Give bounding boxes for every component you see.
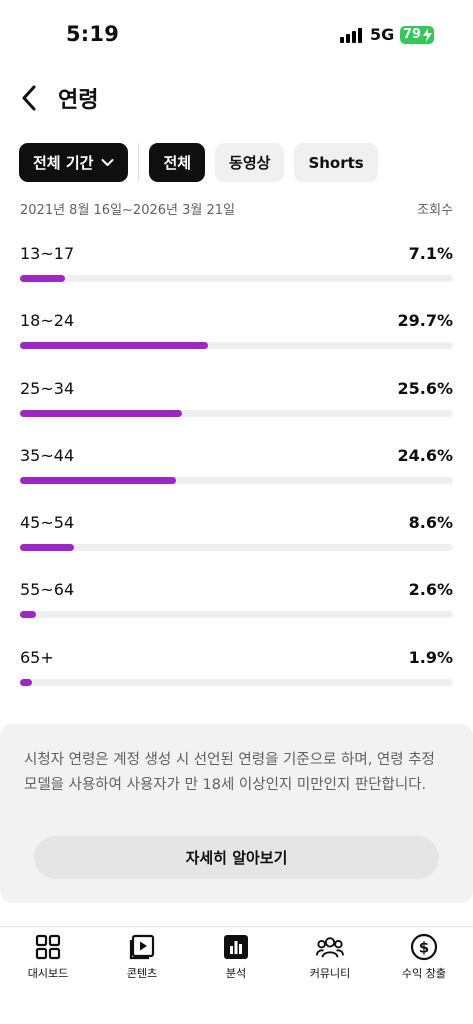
- signal-icon: [340, 27, 364, 43]
- nav-content-label: 콘텐츠: [126, 967, 158, 980]
- metric-label: 조회수: [417, 203, 453, 218]
- header: 연령: [0, 76, 473, 120]
- bar-fill: [20, 611, 37, 619]
- chip-videos[interactable]: 동영상: [215, 143, 285, 182]
- age-percentage: 24.6%: [397, 445, 453, 465]
- nav-analytics-label: 분석: [225, 967, 247, 980]
- date-range: 2021년 8월 16일~2026년 3월 21일: [20, 203, 235, 218]
- bar-track: [20, 544, 453, 552]
- age-range-label: 13~17: [20, 244, 75, 263]
- age-percentage: 8.6%: [408, 513, 453, 533]
- chevron-down-icon: [101, 159, 114, 166]
- age-range-label: 65+: [20, 647, 54, 667]
- age-row: 18~24 29.7%: [20, 311, 453, 378]
- nav-content[interactable]: 콘텐츠: [102, 933, 182, 985]
- page-title: 연령: [58, 88, 99, 113]
- age-row: 45~54 8.6%: [20, 513, 453, 580]
- bar-track: [20, 409, 453, 417]
- analytics-icon: [222, 933, 250, 961]
- age-distribution-chart: 13~17 7.1% 18~24 29.7% 25~34 25.6% 35~44 24.6% 4…: [20, 244, 453, 715]
- bar-fill: [20, 544, 75, 552]
- chip-shorts[interactable]: Shorts: [294, 143, 378, 182]
- nav-dashboard[interactable]: 대시보드: [8, 933, 88, 985]
- period-label: 전체 기간: [33, 154, 94, 172]
- nav-community-label: 커뮤니티: [309, 967, 351, 980]
- back-button[interactable]: [14, 81, 44, 115]
- bottom-nav: 대시보드 콘텐츠 분석 커뮤니티 $ 수익 창출: [0, 926, 473, 1024]
- bar-track: [20, 476, 453, 484]
- age-range-label: 45~54: [20, 513, 75, 533]
- bar-fill: [20, 678, 32, 686]
- svg-text:$: $: [419, 939, 429, 957]
- chevron-left-icon: [22, 85, 36, 111]
- chip-all[interactable]: 전체: [149, 143, 206, 182]
- age-row: 35~44 24.6%: [20, 446, 453, 513]
- learn-more-button[interactable]: 자세히 알아보기: [34, 836, 439, 879]
- age-range-label: 35~44: [20, 445, 75, 465]
- period-dropdown[interactable]: 전체 기간: [19, 143, 129, 182]
- bar-track: [20, 611, 453, 619]
- bar-fill: [20, 275, 65, 282]
- date-row: 2021년 8월 16일~2026년 3월 21일 조회수: [20, 199, 453, 218]
- info-text: 시청자 연령은 계정 생성 시 선언된 연령을 기준으로 하며, 연령 추정 모…: [24, 752, 435, 793]
- age-row: 13~17 7.1%: [20, 244, 453, 311]
- age-range-label: 55~64: [20, 580, 75, 600]
- filter-divider: [138, 143, 140, 182]
- age-range-label: 18~24: [20, 311, 75, 331]
- nav-community[interactable]: 커뮤니티: [290, 933, 370, 985]
- bar-track: [20, 678, 453, 686]
- network-type: 5G: [370, 25, 395, 44]
- bar-fill: [20, 409, 182, 417]
- nav-dashboard-label: 대시보드: [27, 967, 69, 980]
- age-row: 25~34 25.6%: [20, 379, 453, 446]
- bar-fill: [20, 342, 208, 350]
- status-time: 5:19: [66, 22, 120, 46]
- age-row: 65+ 1.9%: [20, 648, 453, 715]
- age-percentage: 7.1%: [408, 244, 453, 263]
- battery-icon: 79: [400, 26, 434, 44]
- bar-fill: [20, 476, 176, 484]
- filter-bar: 전체 기간 전체 동영상 Shorts: [19, 143, 378, 182]
- age-percentage: 2.6%: [408, 580, 453, 600]
- bar-track: [20, 275, 453, 282]
- info-box: 시청자 연령은 계정 생성 시 선언된 연령을 기준으로 하며, 연령 추정 모…: [0, 724, 473, 903]
- dashboard-icon: [34, 933, 62, 961]
- age-percentage: 29.7%: [397, 311, 453, 331]
- nav-monetization-label: 수익 창출: [402, 967, 446, 980]
- age-percentage: 25.6%: [397, 378, 453, 398]
- charging-bolt-icon: [423, 28, 432, 42]
- dollar-circle-icon: $: [410, 933, 438, 961]
- community-icon: [316, 933, 344, 961]
- status-bar: 5:19 5G 79: [0, 0, 473, 70]
- age-range-label: 25~34: [20, 378, 75, 398]
- bar-track: [20, 342, 453, 350]
- age-percentage: 1.9%: [408, 647, 453, 667]
- nav-monetization[interactable]: $ 수익 창출: [384, 933, 464, 985]
- nav-analytics[interactable]: 분석: [196, 933, 276, 985]
- age-row: 55~64 2.6%: [20, 580, 453, 647]
- battery-level: 79: [403, 27, 422, 42]
- content-play-icon: [128, 933, 156, 961]
